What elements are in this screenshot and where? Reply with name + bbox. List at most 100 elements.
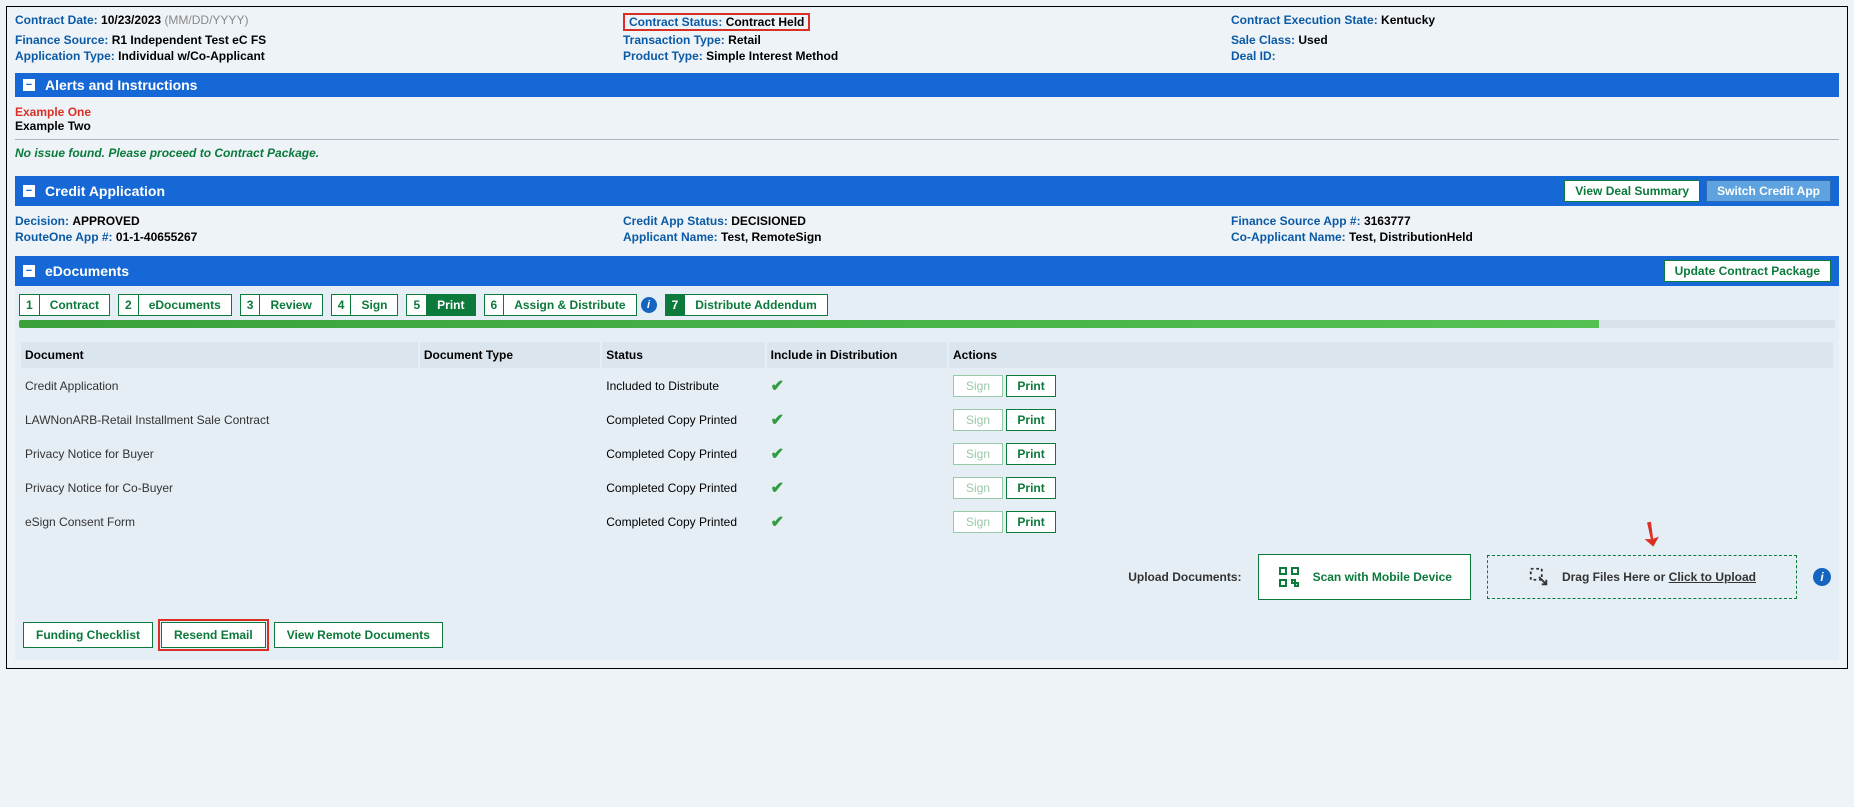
- funding-checklist-button[interactable]: Funding Checklist: [23, 622, 153, 648]
- sign-button[interactable]: Sign: [953, 511, 1003, 533]
- finance-source: Finance Source: R1 Independent Test eC F…: [15, 33, 623, 47]
- doc-status-cell: Completed Copy Printed: [602, 472, 764, 504]
- contract-header: Contract Date: 10/23/2023 (MM/DD/YYYY) C…: [15, 13, 1839, 63]
- edocuments-body: 1 Contract 2 eDocuments 3 Review 4 Sign …: [15, 286, 1839, 660]
- edocuments-section-header[interactable]: − eDocuments Update Contract Package: [15, 256, 1839, 286]
- doc-type-cell: [420, 404, 600, 436]
- col-doc-type: Document Type: [420, 342, 600, 368]
- print-button[interactable]: Print: [1006, 477, 1055, 499]
- doc-include-cell: ✔: [767, 404, 947, 436]
- alert-line-1: Example One: [15, 105, 1839, 119]
- deal-id: Deal ID:: [1231, 49, 1839, 63]
- click-to-upload-link[interactable]: Click to Upload: [1669, 570, 1756, 584]
- step-review[interactable]: 3 Review: [240, 294, 323, 316]
- doc-type-cell: [420, 506, 600, 538]
- upload-row: ➘ Upload Documents: Scan with Mobile Dev…: [19, 540, 1835, 614]
- doc-actions-cell: Sign Print: [949, 404, 1833, 436]
- step-distribute-addendum[interactable]: 7 Distribute Addendum: [665, 294, 828, 316]
- doc-actions-cell: Sign Print: [949, 370, 1833, 402]
- step-contract[interactable]: 1 Contract: [19, 294, 110, 316]
- co-applicant-name: Co-Applicant Name: Test, DistributionHel…: [1231, 230, 1839, 244]
- check-icon: ✔: [771, 514, 784, 531]
- product-type: Product Type: Simple Interest Method: [623, 49, 1231, 63]
- application-type: Application Type: Individual w/Co-Applic…: [15, 49, 623, 63]
- table-row: Privacy Notice for Co-BuyerCompleted Cop…: [21, 472, 1833, 504]
- credit-app-status: Credit App Status: DECISIONED: [623, 214, 1231, 228]
- check-icon: ✔: [771, 378, 784, 395]
- col-actions: Actions: [949, 342, 1833, 368]
- step-assign-distribute[interactable]: 6 Assign & Distribute: [484, 294, 637, 316]
- progress-fill: [19, 320, 1599, 328]
- table-row: LAWNonARB-Retail Installment Sale Contra…: [21, 404, 1833, 436]
- upload-icon: [1528, 566, 1550, 588]
- col-include: Include in Distribution: [767, 342, 947, 368]
- credit-section-header[interactable]: − Credit Application View Deal Summary S…: [15, 176, 1839, 206]
- doc-status-cell: Completed Copy Printed: [602, 404, 764, 436]
- doc-include-cell: ✔: [767, 438, 947, 470]
- exec-state: Contract Execution State: Kentucky: [1231, 13, 1839, 31]
- scan-mobile-button[interactable]: Scan with Mobile Device: [1258, 554, 1471, 600]
- doc-name-cell: Credit Application: [21, 370, 418, 402]
- edocuments-title: eDocuments: [45, 263, 129, 279]
- routeone-app: RouteOne App #: 01-1-40655267: [15, 230, 623, 244]
- doc-actions-cell: Sign Print: [949, 438, 1833, 470]
- alert-line-2: Example Two: [15, 119, 1839, 133]
- col-status: Status: [602, 342, 764, 368]
- sign-button[interactable]: Sign: [953, 409, 1003, 431]
- step-edocuments[interactable]: 2 eDocuments: [118, 294, 232, 316]
- doc-actions-cell: Sign Print: [949, 506, 1833, 538]
- table-row: Credit Application Included to Distribute…: [21, 370, 1833, 402]
- resend-email-button[interactable]: Resend Email: [161, 622, 266, 648]
- alerts-title: Alerts and Instructions: [45, 77, 197, 93]
- info-icon[interactable]: i: [1813, 568, 1831, 586]
- doc-include-cell: ✔: [767, 370, 947, 402]
- sale-class: Sale Class: Used: [1231, 33, 1839, 47]
- collapse-icon[interactable]: −: [23, 265, 35, 277]
- print-button[interactable]: Print: [1006, 375, 1055, 397]
- doc-include-cell: ✔: [767, 472, 947, 504]
- collapse-icon[interactable]: −: [23, 79, 35, 91]
- wizard-steps: 1 Contract 2 eDocuments 3 Review 4 Sign …: [19, 294, 1835, 316]
- print-button[interactable]: Print: [1006, 409, 1055, 431]
- doc-name-cell: Privacy Notice for Buyer: [21, 438, 418, 470]
- print-button[interactable]: Print: [1006, 443, 1055, 465]
- doc-actions-cell: Sign Print: [949, 472, 1833, 504]
- qr-icon: [1277, 565, 1301, 589]
- drag-upload-area[interactable]: Drag Files Here or Click to Upload: [1487, 555, 1797, 599]
- finance-source-app: Finance Source App #: 3163777: [1231, 214, 1839, 228]
- upload-label: Upload Documents:: [1128, 570, 1241, 584]
- info-icon[interactable]: i: [641, 297, 657, 313]
- view-deal-summary-button[interactable]: View Deal Summary: [1564, 180, 1700, 202]
- check-icon: ✔: [771, 412, 784, 429]
- print-button[interactable]: Print: [1006, 511, 1055, 533]
- transaction-type: Transaction Type: Retail: [623, 33, 1231, 47]
- check-icon: ✔: [771, 446, 784, 463]
- collapse-icon[interactable]: −: [23, 185, 35, 197]
- doc-include-cell: ✔: [767, 506, 947, 538]
- update-contract-package-button[interactable]: Update Contract Package: [1664, 260, 1831, 282]
- sign-button[interactable]: Sign: [953, 477, 1003, 499]
- doc-type-cell: [420, 472, 600, 504]
- doc-type-cell: [420, 370, 600, 402]
- decision: Decision: APPROVED: [15, 214, 623, 228]
- doc-name-cell: eSign Consent Form: [21, 506, 418, 538]
- sign-button[interactable]: Sign: [953, 375, 1003, 397]
- contract-status: Contract Status: Contract Held: [623, 13, 1231, 31]
- contract-date: Contract Date: 10/23/2023 (MM/DD/YYYY): [15, 13, 623, 31]
- applicant-name: Applicant Name: Test, RemoteSign: [623, 230, 1231, 244]
- switch-credit-app-button[interactable]: Switch Credit App: [1706, 180, 1831, 202]
- alert-no-issue: No issue found. Please proceed to Contra…: [15, 146, 1839, 160]
- step-print[interactable]: 5 Print: [406, 294, 475, 316]
- bottom-actions: Funding Checklist Resend Email View Remo…: [19, 614, 1835, 652]
- table-row: eSign Consent FormCompleted Copy Printed…: [21, 506, 1833, 538]
- progress-bar: [19, 320, 1835, 328]
- alerts-section-header[interactable]: − Alerts and Instructions: [15, 73, 1839, 97]
- doc-status-cell: Included to Distribute: [602, 370, 764, 402]
- credit-title: Credit Application: [45, 183, 165, 199]
- step-sign[interactable]: 4 Sign: [331, 294, 399, 316]
- documents-table: Document Document Type Status Include in…: [19, 340, 1835, 540]
- doc-name-cell: LAWNonARB-Retail Installment Sale Contra…: [21, 404, 418, 436]
- sign-button[interactable]: Sign: [953, 443, 1003, 465]
- doc-status-cell: Completed Copy Printed: [602, 438, 764, 470]
- view-remote-documents-button[interactable]: View Remote Documents: [274, 622, 443, 648]
